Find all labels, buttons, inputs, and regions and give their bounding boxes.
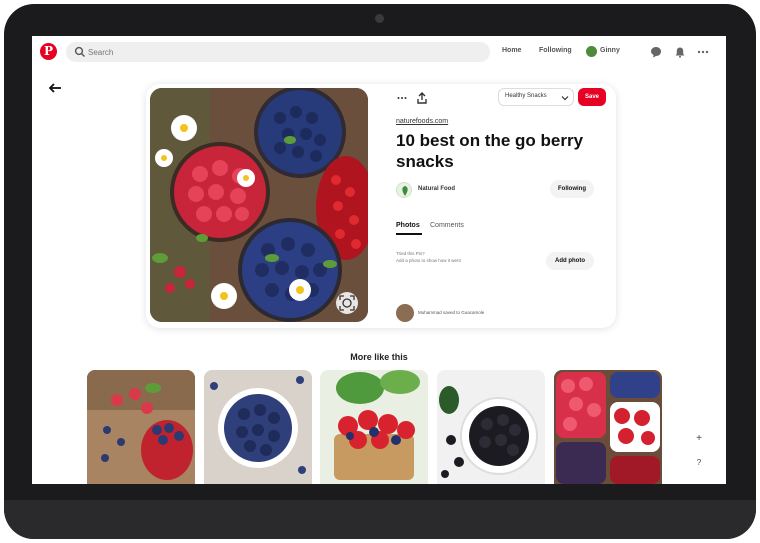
following-button[interactable]: Following <box>550 180 594 198</box>
active-tab-indicator <box>396 233 422 235</box>
nav-home-link[interactable]: Home <box>502 47 521 54</box>
screen: P Home Following Ginny <box>32 36 726 484</box>
leaf-logo-icon <box>402 186 408 196</box>
pin-image[interactable] <box>150 88 368 322</box>
avatar[interactable] <box>586 46 597 57</box>
berries-photo <box>150 88 368 322</box>
related-pin[interactable] <box>437 370 545 484</box>
tried-pin-subtext: Add a photo to show how it went <box>396 258 461 263</box>
bell-icon[interactable] <box>674 46 686 58</box>
help-icon[interactable]: ? <box>692 456 706 470</box>
chevron-down-icon <box>561 96 569 101</box>
avatar[interactable] <box>396 304 414 322</box>
camera-icon <box>375 14 384 23</box>
nav-following-link[interactable]: Following <box>539 47 572 54</box>
more-options-icon[interactable] <box>396 92 408 104</box>
source-link[interactable]: naturefoods.com <box>396 118 448 125</box>
save-button[interactable]: Save <box>578 88 606 106</box>
nav-user-link[interactable]: Ginny <box>600 47 620 54</box>
related-pin[interactable] <box>87 370 195 484</box>
add-photo-button[interactable]: Add photo <box>546 252 594 270</box>
author-name[interactable]: Natural Food <box>418 186 455 192</box>
search-bar[interactable] <box>66 42 490 62</box>
more-icon[interactable] <box>696 46 710 58</box>
lens-button[interactable] <box>336 292 358 314</box>
berries-photo <box>87 370 195 484</box>
mixed-berries-photo <box>554 370 662 484</box>
related-pin[interactable] <box>320 370 428 484</box>
related-pin[interactable] <box>204 370 312 484</box>
strawberry-basket-photo <box>320 370 428 484</box>
top-nav: P Home Following Ginny <box>32 36 726 70</box>
author-avatar[interactable] <box>396 182 412 198</box>
chat-icon[interactable] <box>650 46 662 58</box>
pin-title: 10 best on the go berry snacks <box>396 131 584 171</box>
back-arrow-icon[interactable] <box>48 82 62 94</box>
tried-pin-heading: Tried this Pin? <box>396 251 425 256</box>
search-input[interactable] <box>88 46 468 58</box>
share-icon[interactable] <box>416 92 428 104</box>
board-select[interactable]: Healthy Snacks <box>498 88 574 106</box>
tablet-base <box>4 500 756 539</box>
lens-icon <box>339 295 355 311</box>
board-select-label: Healthy Snacks <box>505 93 547 99</box>
plus-icon[interactable]: + <box>692 432 706 446</box>
related-pin[interactable] <box>554 370 662 484</box>
blueberry-bowl-photo <box>204 370 312 484</box>
saved-by-text: Muhammad saved to Guacamole <box>418 310 485 315</box>
blackberry-bowl-photo <box>437 370 545 484</box>
pinterest-logo-icon[interactable]: P <box>40 43 57 60</box>
search-icon <box>74 46 85 57</box>
tab-photos[interactable]: Photos <box>396 222 420 229</box>
tried-pin-prompt: Tried this Pin? Add a photo to show how … <box>396 250 461 264</box>
more-like-this-heading: More like this <box>350 352 408 362</box>
tab-comments[interactable]: Comments <box>430 222 464 229</box>
